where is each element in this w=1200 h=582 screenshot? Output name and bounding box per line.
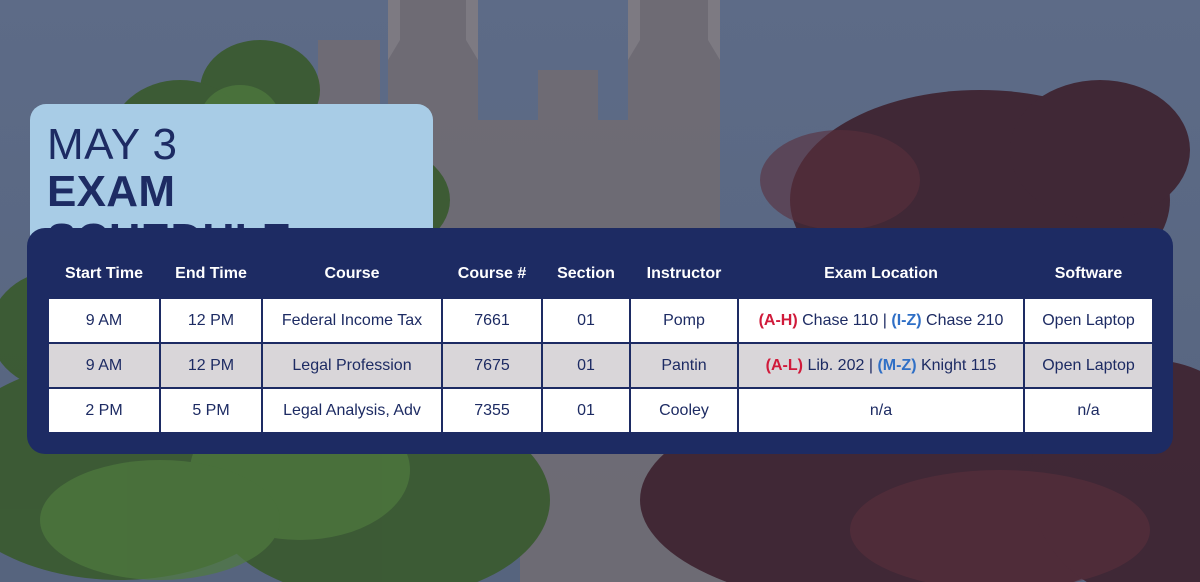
location-room: Lib. 202 <box>807 356 865 374</box>
location-separator: | <box>882 311 887 329</box>
header-end-time: End Time <box>175 264 247 282</box>
header-course: Course <box>324 264 380 282</box>
cell-start-time: 9 AM <box>47 297 161 344</box>
header-course-number: Course # <box>457 264 527 282</box>
table-row: 9 AM 12 PM Legal Profession 7675 01 Pant… <box>47 342 1154 389</box>
cell-exam-location: (A-L) Lib. 202 | (M-Z) Knight 115 <box>737 342 1025 389</box>
cell-software: Open Laptop <box>1023 297 1154 344</box>
cell-software: Open Laptop <box>1023 342 1154 389</box>
exam-schedule-table: Start Time End Time Course Course # Sect… <box>47 250 1154 434</box>
location-separator: | <box>868 356 873 374</box>
cell-section: 01 <box>541 387 631 434</box>
location-group-label: (M-Z) <box>877 356 917 374</box>
cell-instructor: Pantin <box>629 342 739 389</box>
cell-section: 01 <box>541 342 631 389</box>
location-room: Chase 110 <box>802 311 879 329</box>
cell-start-time: 2 PM <box>47 387 161 434</box>
table-row: 2 PM 5 PM Legal Analysis, Adv 7355 01 Co… <box>47 387 1154 434</box>
cell-instructor: Cooley <box>629 387 739 434</box>
cell-course: Federal Income Tax <box>261 297 443 344</box>
cell-exam-location: (A-H) Chase 110 | (I-Z) Chase 210 <box>737 297 1025 344</box>
header-start-time: Start Time <box>65 264 143 282</box>
cell-end-time: 12 PM <box>159 297 263 344</box>
location-group-label: (A-L) <box>765 356 803 374</box>
header-exam-location: Exam Location <box>824 264 938 282</box>
cell-instructor: Pomp <box>629 297 739 344</box>
cell-exam-location: n/a <box>737 387 1025 434</box>
header-section: Section <box>557 264 615 282</box>
table-row: 9 AM 12 PM Federal Income Tax 7661 01 Po… <box>47 297 1154 344</box>
title-card: MAY 3 EXAM SCHEDULE <box>30 104 433 264</box>
cell-course: Legal Analysis, Adv <box>261 387 443 434</box>
cell-end-time: 5 PM <box>159 387 263 434</box>
location-room: Chase 210 <box>926 311 1004 329</box>
cell-start-time: 9 AM <box>47 342 161 389</box>
table-header-row: Start Time End Time Course Course # Sect… <box>48 250 1153 298</box>
location-group-label: (A-H) <box>758 311 798 329</box>
cell-end-time: 12 PM <box>159 342 263 389</box>
header-instructor: Instructor <box>646 264 722 282</box>
title-date: MAY 3 <box>47 120 178 169</box>
cell-course-number: 7355 <box>441 387 543 434</box>
cell-course: Legal Profession <box>261 342 443 389</box>
cell-section: 01 <box>541 297 631 344</box>
cell-course-number: 7675 <box>441 342 543 389</box>
header-software: Software <box>1054 264 1123 282</box>
cell-course-number: 7661 <box>441 297 543 344</box>
location-group-label: (I-Z) <box>891 311 922 329</box>
location-room: Knight 115 <box>920 356 997 374</box>
cell-software: n/a <box>1023 387 1154 434</box>
